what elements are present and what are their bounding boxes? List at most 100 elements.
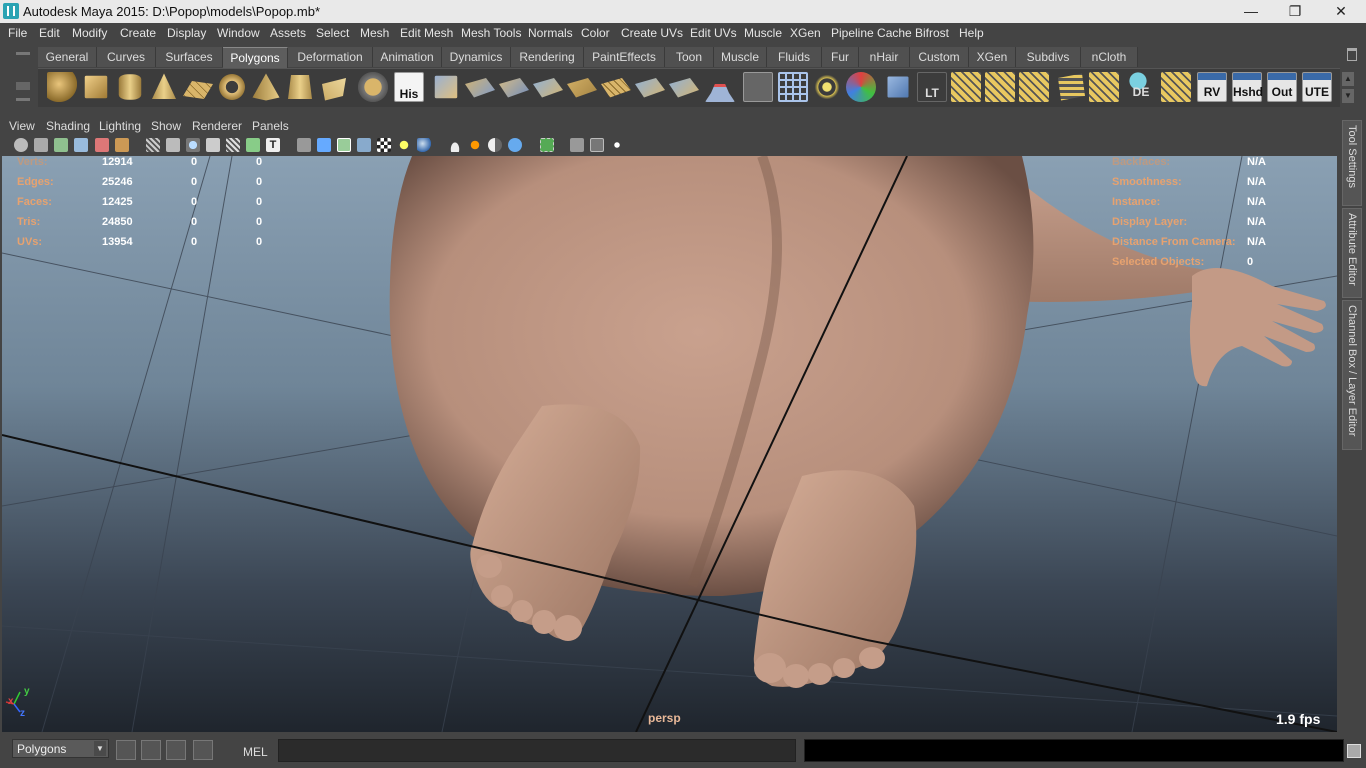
tab-custom[interactable]: Custom [910,47,969,67]
menu-muscle[interactable]: Muscle [744,26,782,40]
film-gate-icon[interactable] [166,138,180,152]
tab-deformation[interactable]: Deformation [288,47,373,67]
multisample-icon[interactable] [468,138,482,152]
layers-icon[interactable] [193,740,213,760]
selection-highlight-icon[interactable] [540,138,554,152]
menu-create[interactable]: Create [120,26,156,40]
panel-menu-panels[interactable]: Panels [252,119,289,133]
tab-curves[interactable]: Curves [97,47,156,67]
isolate-select-icon[interactable] [337,138,351,152]
menu-edit-uvs[interactable]: Edit UVs [690,26,737,40]
restore-button[interactable]: ❐ [1272,0,1318,23]
panel-menu-view[interactable]: View [9,119,35,133]
menu-help[interactable]: Help [959,26,984,40]
use-all-lights-icon[interactable] [317,138,331,152]
perspective-viewport[interactable]: Verts: Edges: Faces: Tris: UVs: 12914 25… [2,156,1337,732]
menu-modify[interactable]: Modify [72,26,107,40]
menu-assets[interactable]: Assets [270,26,306,40]
sculpt-icon[interactable] [705,72,735,102]
tab-toon[interactable]: Toon [665,47,714,67]
tab-muscle[interactable]: Muscle [714,47,767,67]
poly-cone-icon[interactable] [152,73,176,99]
poly-create-icon[interactable] [322,78,346,101]
close-button[interactable]: ✕ [1318,0,1364,23]
uv-sew-icon[interactable] [1058,73,1085,101]
menu-select[interactable]: Select [316,26,349,40]
tab-rendering[interactable]: Rendering [511,47,584,67]
tab-animation[interactable]: Animation [373,47,442,67]
grid-icon[interactable] [146,138,160,152]
outliner-toggle-icon[interactable] [610,138,624,152]
channel-box-tab[interactable]: Channel Box / Layer Editor [1342,300,1362,450]
wireframe-cage-icon[interactable] [778,72,808,102]
uv-layout-icon[interactable] [951,72,981,102]
smooth-shade-icon[interactable] [246,138,260,152]
snap-icon[interactable] [116,740,136,760]
tab-nhair[interactable]: nHair [859,47,910,67]
history-button[interactable]: His [394,72,424,102]
menu-set-select[interactable]: Polygons ▼ [12,739,109,758]
poly-cylinder-icon[interactable] [118,74,142,100]
separate-icon[interactable] [465,78,495,98]
combine-icon[interactable] [434,75,458,99]
menu-normals[interactable]: Normals [528,26,573,40]
attribute-editor-tab[interactable]: Attribute Editor [1342,208,1362,298]
uv-move-icon[interactable] [1089,72,1119,102]
bookmarks-icon[interactable] [54,138,68,152]
merge-icon[interactable] [669,78,699,98]
shadows-icon[interactable] [297,138,311,152]
menu-pipeline-cache[interactable]: Pipeline Cache [831,26,912,40]
panel-menu-renderer[interactable]: Renderer [192,119,242,133]
poly-pipe-icon[interactable] [288,75,312,99]
tab-fur[interactable]: Fur [822,47,859,67]
menu-edit[interactable]: Edit [39,26,60,40]
2d-pan-zoom-icon[interactable] [95,138,109,152]
extrude-icon[interactable] [533,78,563,98]
screen-space-icon[interactable] [508,138,522,152]
snap-to-grid-icon[interactable] [887,76,909,98]
poly-append-icon[interactable] [358,72,388,102]
depth-of-field-icon[interactable] [488,138,502,152]
uv-unfold-icon[interactable] [985,72,1015,102]
bevel-icon[interactable] [601,78,631,98]
tab-polygons[interactable]: Polygons [223,47,288,68]
tab-surfaces[interactable]: Surfaces [156,47,223,67]
poly-plane-icon[interactable] [183,81,213,99]
tab-subdivs[interactable]: Subdivs [1016,47,1081,67]
tool-settings-tab[interactable]: Tool Settings [1342,120,1362,206]
tab-general[interactable]: General [38,47,97,67]
panel-menu-shading[interactable]: Shading [46,119,90,133]
mel-command-input[interactable] [278,739,796,762]
tab-xgen[interactable]: XGen [969,47,1016,67]
tab-ncloth[interactable]: nCloth [1081,47,1138,67]
menu-xgen[interactable]: XGen [790,26,821,40]
shelf-collapse-handle[interactable] [12,48,34,108]
ute-script-button[interactable]: UTE [1302,72,1332,102]
xray-joints-icon[interactable] [377,138,391,152]
extract-icon[interactable] [499,78,529,98]
script-editor-icon[interactable] [141,740,161,760]
script-editor-button-icon[interactable] [1347,744,1361,758]
menu-bifrost[interactable]: Bifrost [915,26,949,40]
poly-cube-icon[interactable] [84,75,108,99]
bridge-icon[interactable] [567,78,597,98]
shelf-trash-icon[interactable] [1347,48,1357,61]
motion-blur-icon[interactable] [448,138,462,152]
menu-file[interactable]: File [8,26,27,40]
single-view-icon[interactable] [570,138,584,152]
menu-window[interactable]: Window [217,26,260,40]
menu-create-uvs[interactable]: Create UVs [621,26,683,40]
shelf-scroll-up-icon[interactable]: ▲ [1342,72,1354,86]
textured-icon[interactable]: T [266,138,280,152]
de-script-button[interactable]: DE [1126,72,1156,102]
camera-attributes-icon[interactable] [34,138,48,152]
outliner-icon[interactable] [166,740,186,760]
tab-dynamics[interactable]: Dynamics [442,47,511,67]
hshd-script-button[interactable]: Hshd [1232,72,1263,102]
menu-color[interactable]: Color [581,26,610,40]
grease-pencil-icon[interactable] [115,138,129,152]
resolution-gate-icon[interactable] [186,138,200,152]
tab-painteffects[interactable]: PaintEffects [584,47,665,67]
shelf-scroll-down-icon[interactable]: ▼ [1342,89,1354,103]
uv-planar-icon[interactable] [1161,72,1191,102]
